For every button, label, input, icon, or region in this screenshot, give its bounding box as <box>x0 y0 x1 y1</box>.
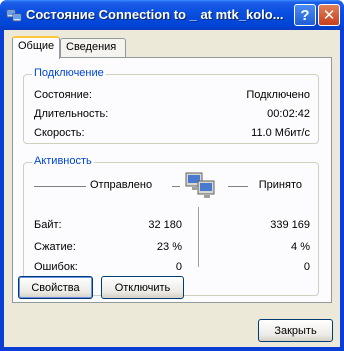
sent-header: Отправлено <box>90 179 153 191</box>
speed-label: Скорость: <box>34 127 85 139</box>
compression-sent-value: 23 % <box>156 241 182 253</box>
received-header: Принято <box>258 179 302 191</box>
compression-label: Сжатие: <box>34 241 76 253</box>
disconnect-button[interactable]: Отключить <box>101 276 184 299</box>
dialog-client-area: Общие Сведения Подключение Состояние: По… <box>4 30 340 347</box>
properties-button[interactable]: Свойства <box>18 276 93 299</box>
tab-details[interactable]: Сведения <box>60 38 126 57</box>
sent-header-line <box>34 186 86 187</box>
network-activity-icon <box>185 172 215 198</box>
title-bar[interactable]: Состояние Connection to _ at mtk_kolo...… <box>0 0 344 30</box>
bytes-received-value: 339 169 <box>270 219 310 231</box>
errors-sent-value: 0 <box>175 261 182 273</box>
duration-row: Длительность: 00:02:42 <box>34 108 310 122</box>
close-button[interactable]: Закрыть <box>258 319 333 342</box>
bytes-label: Байт: <box>34 219 62 231</box>
compression-received-value: 4 % <box>291 241 310 253</box>
speed-row: Скорость: 11.0 Мбит/с <box>34 127 310 141</box>
network-connection-icon <box>6 9 22 22</box>
status-label: Состояние: <box>34 89 92 101</box>
duration-value: 00:02:42 <box>267 108 310 120</box>
received-header-line <box>228 186 248 187</box>
errors-row: Ошибок: 0 0 <box>34 261 310 275</box>
activity-divider <box>198 207 200 267</box>
window-title: Состояние Connection to _ at mtk_kolo... <box>26 7 284 22</box>
activity-group-legend: Активность <box>32 155 94 167</box>
connection-group: Подключение Состояние: Подключено Длител… <box>23 67 319 144</box>
close-window-button[interactable]: ✕ <box>318 4 340 26</box>
status-value: Подключено <box>246 89 310 101</box>
errors-label: Ошибок: <box>34 261 78 273</box>
tab-panel-general: Подключение Состояние: Подключено Длител… <box>12 57 332 303</box>
speed-value: 11.0 Мбит/с <box>251 127 310 139</box>
duration-label: Длительность: <box>34 108 109 120</box>
tab-general[interactable]: Общие <box>12 36 60 59</box>
bytes-sent-value: 32 180 <box>148 219 182 231</box>
connection-group-legend: Подключение <box>32 67 106 79</box>
status-dialog: Состояние Connection to _ at mtk_kolo...… <box>0 0 344 351</box>
status-row: Состояние: Подключено <box>34 89 310 103</box>
sent-header-line-right <box>172 186 180 187</box>
help-button[interactable]: ? <box>294 4 316 26</box>
errors-received-value: 0 <box>303 261 310 273</box>
compression-row: Сжатие: 23 % 4 % <box>34 241 310 255</box>
bytes-row: Байт: 32 180 339 169 <box>34 219 310 233</box>
